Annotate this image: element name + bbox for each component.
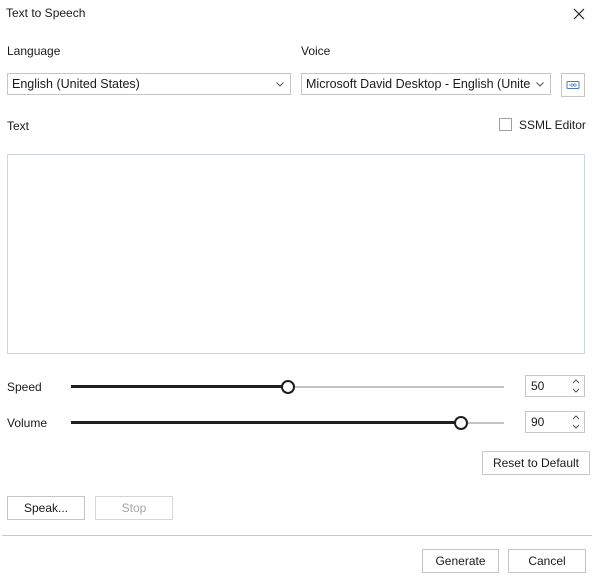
volume-label: Volume [7, 416, 48, 430]
language-label: Language [7, 44, 61, 58]
volume-slider-fill [71, 421, 461, 424]
text-to-speech-dialog: Text to Speech Language English (United … [0, 0, 594, 579]
voice-select[interactable]: Microsoft David Desktop - English (Unite… [301, 73, 551, 95]
audio-wave-icon [566, 81, 580, 89]
volume-value: 90 [531, 415, 545, 429]
speed-slider-fill [71, 385, 288, 388]
volume-slider[interactable] [71, 415, 504, 431]
speed-slider-thumb[interactable] [280, 380, 295, 394]
close-icon [573, 8, 585, 20]
chevron-down-icon [536, 82, 544, 87]
voice-label: Voice [301, 44, 331, 58]
speed-slider[interactable] [71, 379, 504, 395]
dialog-title: Text to Speech [6, 6, 86, 20]
footer-divider [2, 535, 592, 536]
volume-slider-thumb[interactable] [453, 416, 468, 430]
cancel-button[interactable]: Cancel [508, 549, 586, 573]
language-select[interactable]: English (United States) [7, 73, 291, 95]
chevron-down-icon [276, 82, 284, 87]
text-label: Text [7, 119, 30, 133]
spin-arrows-icon[interactable] [571, 377, 581, 395]
voice-preview-button[interactable] [561, 73, 585, 97]
speed-value: 50 [531, 379, 545, 393]
ssml-editor-checkbox[interactable] [499, 118, 512, 131]
speed-label: Speed [7, 380, 42, 394]
generate-button[interactable]: Generate [422, 549, 499, 573]
volume-spinbox[interactable]: 90 [525, 411, 585, 433]
stop-button[interactable]: Stop [95, 496, 173, 520]
voice-select-value: Microsoft David Desktop - English (Unite… [306, 77, 530, 91]
close-button[interactable] [570, 5, 588, 23]
reset-to-default-button[interactable]: Reset to Default [482, 451, 590, 475]
speak-button[interactable]: Speak... [7, 496, 85, 520]
speed-spinbox[interactable]: 50 [525, 375, 585, 397]
spin-arrows-icon[interactable] [571, 413, 581, 431]
text-input[interactable] [7, 154, 585, 354]
language-select-value: English (United States) [12, 77, 140, 91]
ssml-editor-label[interactable]: SSML Editor [519, 118, 586, 132]
